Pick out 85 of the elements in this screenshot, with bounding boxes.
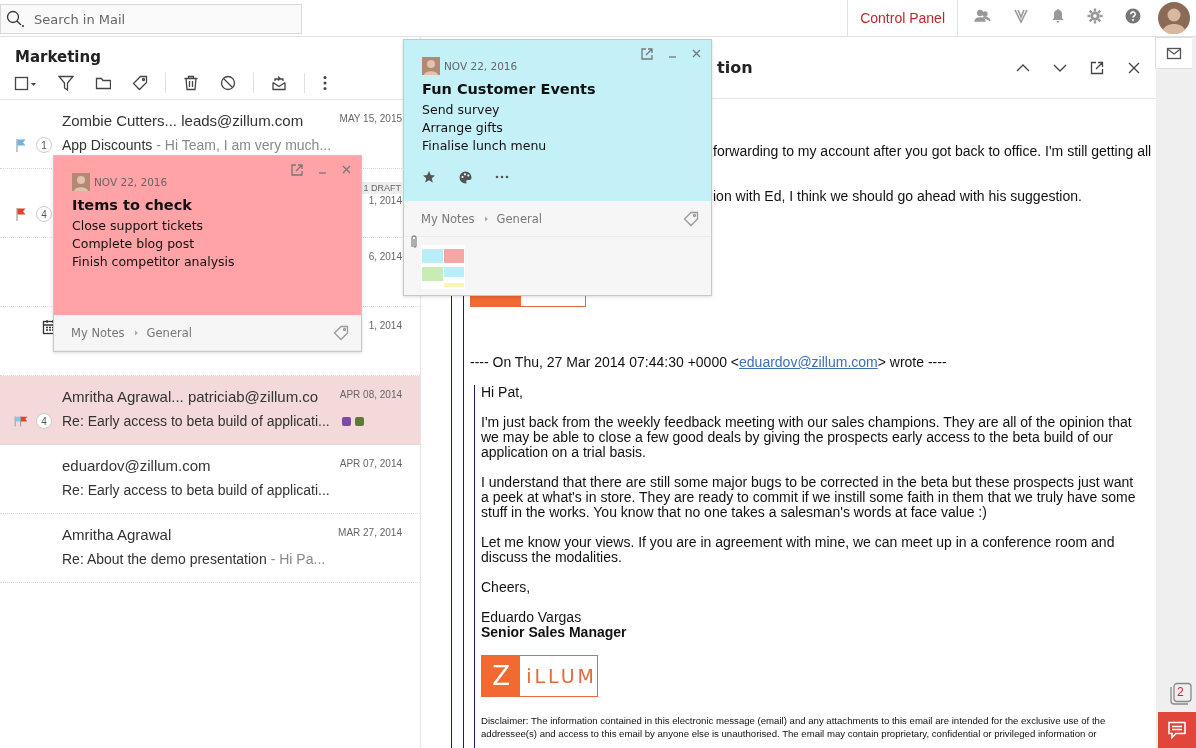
chat-button[interactable] <box>1158 712 1196 748</box>
notebook-link[interactable]: My Notes <box>71 325 125 340</box>
sender: Amritha Agrawal... patriciab@zillum.co <box>62 387 320 405</box>
note-title: Items to check <box>72 197 193 213</box>
note-item: Finish competitor analysis <box>72 253 236 271</box>
mail-preview: - Hi Team, I am very much... <box>156 137 332 153</box>
breadcrumb-caret-icon <box>132 328 139 337</box>
palette-icon[interactable] <box>458 170 473 185</box>
tag-icon[interactable] <box>132 74 148 91</box>
note-date: NOV 22, 2016 <box>444 60 518 72</box>
signature-name: Eduardo Vargas Senior Sales Manager <box>481 610 628 640</box>
note-date: NOV 22, 2016 <box>94 176 168 188</box>
flag-icon[interactable] <box>16 138 26 152</box>
breadcrumb-caret-icon <box>482 214 489 223</box>
trash-icon[interactable] <box>183 74 199 91</box>
mail-date: APR 07, 2014 <box>339 458 402 469</box>
note-item: Send survey <box>422 101 501 119</box>
closing: Cheers, <box>481 580 532 595</box>
mail-text: ion with Ed, I think we should go ahead with his suggestion. <box>713 189 1082 204</box>
avatar-icon <box>72 173 90 191</box>
section-link[interactable]: General <box>146 325 192 340</box>
thread-count: 4 <box>36 413 52 429</box>
select-checkbox-icon[interactable] <box>14 74 37 91</box>
sticky-note[interactable]: NOV 22, 2016 Fun Customer Events Send survey Arrange gifts Finalise lunch menu My Notes General <box>403 39 712 296</box>
section-link[interactable]: General <box>496 211 542 226</box>
popout-icon[interactable] <box>1089 59 1105 76</box>
note-item: Finalise lunch menu <box>422 137 548 155</box>
mail-text: forwarding to my account after you got back to office. I'm still getting all <box>713 144 1152 159</box>
mail-subject: Re: Early access to beta build of applicati... <box>62 482 330 498</box>
block-icon[interactable] <box>220 74 236 91</box>
greeting: Hi Pat, <box>481 385 524 400</box>
settings-icon[interactable] <box>1087 8 1103 24</box>
sender: Zombie Cutters... leads@zillum.com <box>62 111 305 129</box>
flag-icon[interactable] <box>16 207 26 221</box>
more-vertical-icon[interactable] <box>322 74 328 91</box>
flag-icon[interactable] <box>20 415 28 427</box>
attachment-thumbnail[interactable] <box>421 245 465 289</box>
mail-date: 6, 2014 <box>368 251 402 262</box>
note-title: Fun Customer Events <box>422 81 597 97</box>
mail-paragraph: Let me know your views. If you are in agreement with mine, we can meet up in a conference room and discuss the modalities. <box>481 535 1116 565</box>
sticky-note[interactable]: NOV 22, 2016 Items to check Close support tickets Complete blog post Finish competitor analysis My Notes General <box>53 155 362 352</box>
mail-subject: Re: About the demo presentation <box>62 551 267 567</box>
mail-title: tion <box>717 58 754 77</box>
note-item: Complete blog post <box>72 235 196 253</box>
chat-icon <box>1167 720 1187 740</box>
search-field[interactable]: Search in Mail <box>0 4 302 34</box>
stack-icon <box>1169 682 1193 706</box>
star-icon[interactable] <box>422 170 436 184</box>
draft-label: 1 DRAFT <box>362 182 402 194</box>
mail-paragraph: I understand that there are still some major bugs to be corrected in the beta but these prospects just want a peek at what's in store. They are ready to commit if we instill some faith in them that we truly have some stuff in the works. You know that no one takes a salesman's words at face value :) <box>481 475 1137 520</box>
signature-title: Senior Sales Manager <box>481 624 627 640</box>
mail-date: 1, 2014 <box>368 320 402 331</box>
mail-paragraph: I'm just back from the weekly feedback meeting with our sales champions. They are all of the opinion that we may be able to close a few good deals by giving the prospects early access to the beta build of our application on a trial basis. <box>481 415 1133 460</box>
mail-date: MAR 27, 2014 <box>338 527 402 538</box>
flag-icon[interactable] <box>14 415 22 427</box>
email-link[interactable]: eduardov@zillum.com <box>739 354 878 370</box>
people-icon[interactable] <box>974 9 991 23</box>
thread-count: 1 <box>36 137 52 153</box>
mail-icon <box>1165 45 1182 61</box>
windows-stack[interactable]: 2 <box>1169 682 1193 706</box>
window-count: 2 <box>1177 685 1184 699</box>
help-icon[interactable] <box>1125 8 1141 24</box>
mail-date: APR 08, 2014 <box>339 389 402 400</box>
mail-tab[interactable] <box>1154 37 1192 69</box>
mail-date: 1, 2014 <box>368 195 402 206</box>
note-item: Arrange gifts <box>422 119 504 137</box>
avatar[interactable] <box>1158 2 1190 34</box>
search-icon <box>6 10 26 28</box>
control-panel-button[interactable]: Control Panel <box>847 0 958 37</box>
notebook-link[interactable]: My Notes <box>421 211 475 226</box>
mail-date: MAY 15, 2015 <box>339 113 402 124</box>
filter-icon[interactable] <box>58 74 74 91</box>
logo: Z iLLUM <box>481 655 598 697</box>
bell-icon[interactable] <box>1051 8 1065 24</box>
note-item: Close support tickets <box>72 217 205 235</box>
mail-preview: - Hi Pa... <box>270 551 326 567</box>
mail-subject: Re: Early access to beta build of applicati... <box>62 413 330 429</box>
mail-subject: App Discounts <box>62 137 153 153</box>
disclaimer: Disclaimer: The information contained in this electronic message (email) and any attachments to this email are intended for the exclusive use of the addressee(s) and access to this email by anyone else is unauthorised. The email may contain proprietary, confidential or privileged information or <box>481 714 1107 740</box>
sender: eduardov@zillum.com <box>62 456 212 474</box>
quote-header: ---- On Thu, 27 Mar 2014 07:44:30 +0000 <eduardov@zillum.com> wrote ---- <box>470 355 948 370</box>
folder-title: Marketing <box>14 47 102 66</box>
thread-count: 4 <box>36 206 52 222</box>
refresh-mail-icon[interactable] <box>271 74 287 91</box>
avatar-icon <box>422 57 440 75</box>
